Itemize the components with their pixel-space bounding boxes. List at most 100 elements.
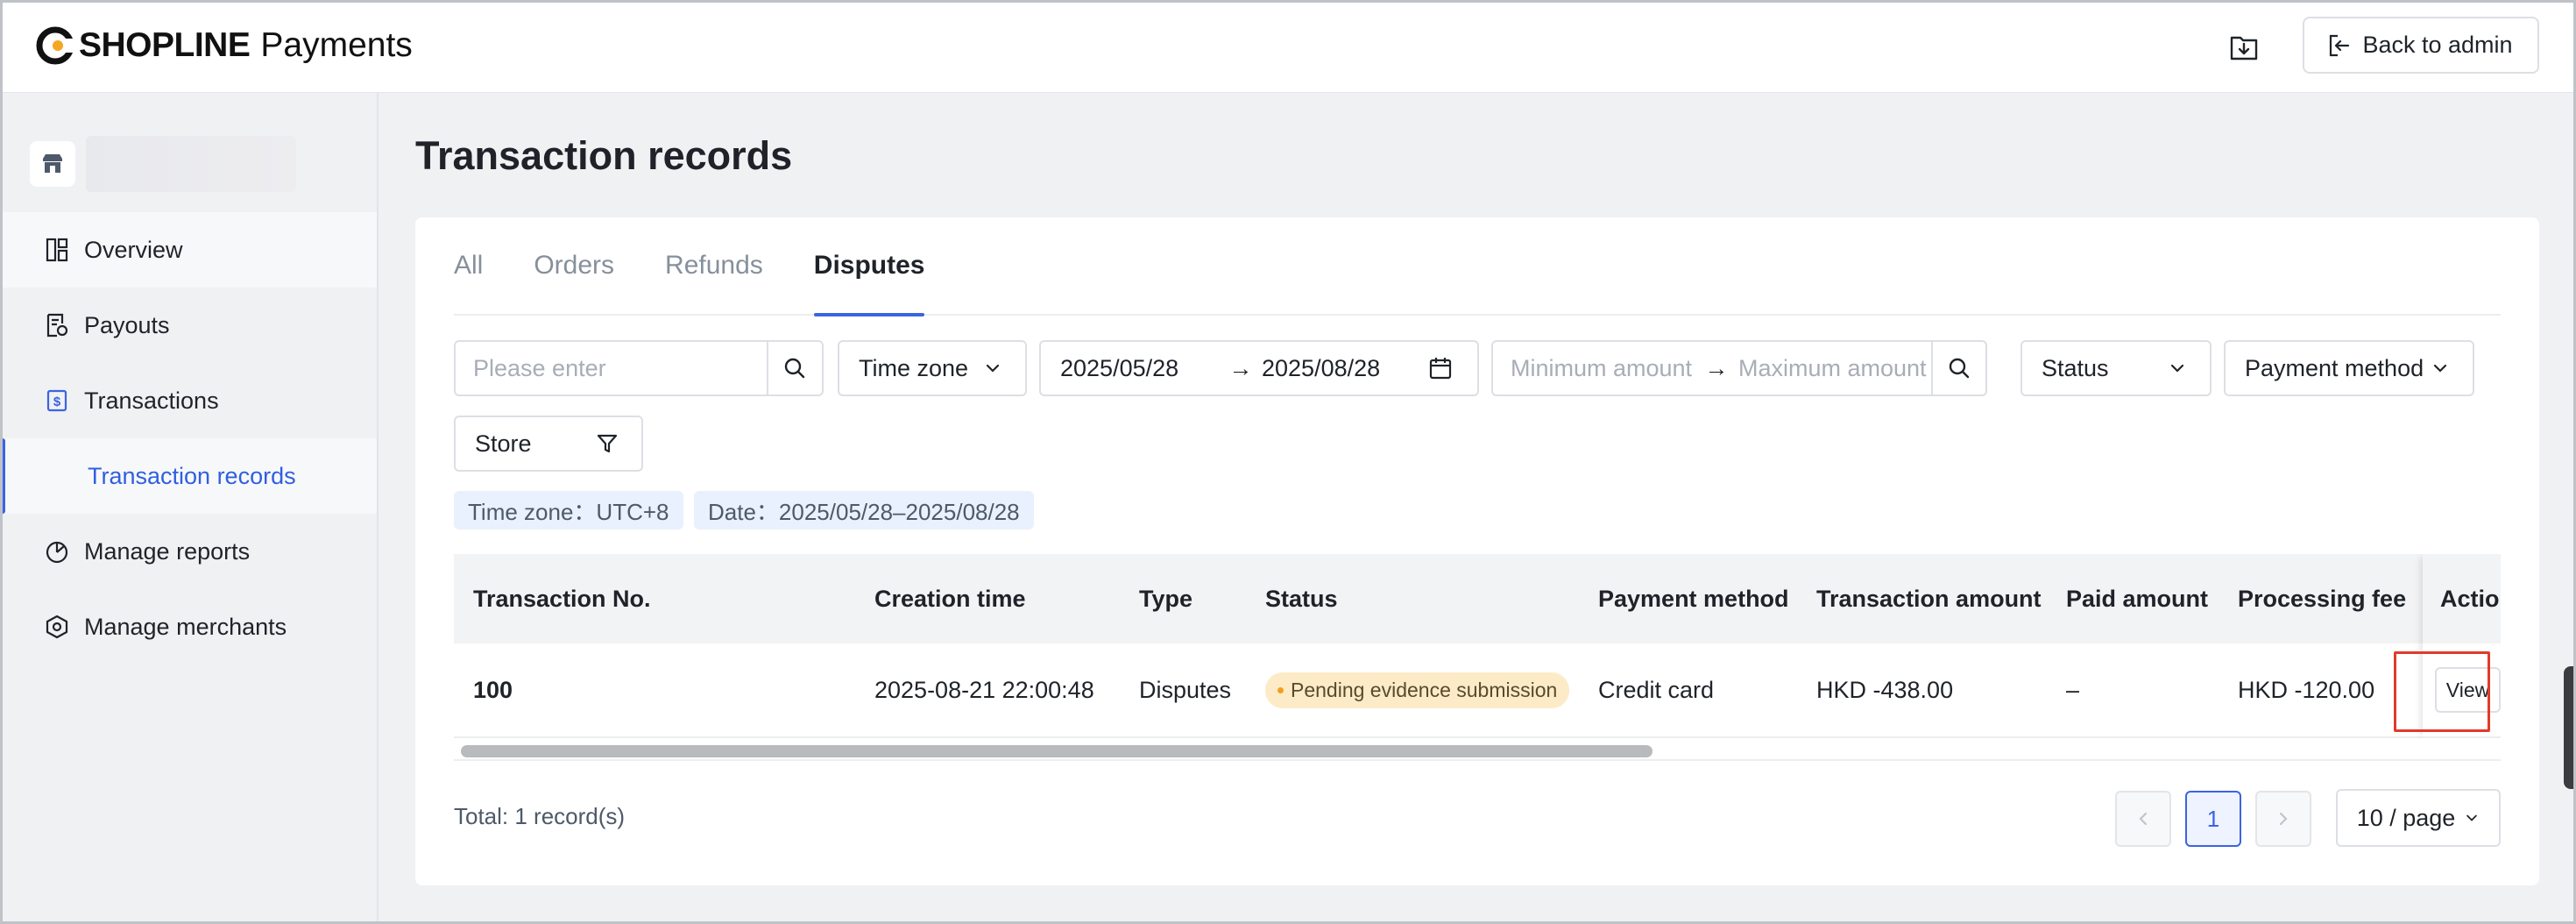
sidebar-item-manage-merchants[interactable]: Manage merchants bbox=[0, 589, 377, 665]
time-zone-label: Time zone bbox=[859, 354, 969, 381]
sidebar-item-manage-reports[interactable]: Manage reports bbox=[0, 514, 377, 589]
scrollbar-thumb[interactable] bbox=[461, 745, 1652, 757]
edge-tab bbox=[2564, 666, 2576, 789]
product-name: Payments bbox=[260, 26, 413, 64]
min-amount-input[interactable]: Minimum amount bbox=[1493, 355, 1703, 382]
time-zone-select[interactable]: Time zone bbox=[838, 340, 1027, 396]
column-header: Transaction amount bbox=[1816, 585, 2042, 612]
logo-icon bbox=[36, 26, 74, 65]
page-1-button[interactable]: 1 bbox=[2185, 791, 2241, 847]
horizontal-scrollbar[interactable] bbox=[454, 738, 2501, 761]
pie-chart-icon bbox=[42, 537, 72, 566]
chevron-down-icon bbox=[2433, 364, 2447, 373]
view-button-highlight bbox=[2394, 651, 2490, 732]
amount-range: Minimum amount → Maximum amount bbox=[1491, 340, 1987, 396]
sidebar-item-label: Overview bbox=[84, 236, 183, 263]
chevron-down-icon bbox=[986, 364, 1000, 373]
search-input[interactable]: Please enter bbox=[456, 355, 767, 382]
amount-search-icon[interactable] bbox=[1931, 342, 1985, 394]
column-header: Processing fee bbox=[2238, 585, 2407, 612]
brand-name: SHOPLINE bbox=[79, 26, 251, 64]
amount-arrow: → bbox=[1704, 354, 1729, 381]
chevron-down-icon bbox=[2170, 364, 2184, 373]
filter-icon bbox=[597, 434, 618, 453]
prev-page-button[interactable] bbox=[2115, 791, 2171, 847]
store-switcher[interactable] bbox=[30, 136, 296, 192]
total-records: Total: 1 record(s) bbox=[454, 803, 626, 829]
date-arrow: → bbox=[1228, 354, 1253, 381]
sidebar-item-transactions[interactable]: $ Transactions bbox=[0, 363, 377, 438]
chevron-right-icon bbox=[2279, 812, 2288, 826]
applied-tag-time-zone: Time zone：UTC+8 bbox=[454, 491, 683, 530]
store-filter[interactable]: Store bbox=[454, 416, 643, 472]
paid-amount: – bbox=[2066, 676, 2080, 703]
applied-tag-date: Date：2025/05/28–2025/08/28 bbox=[694, 491, 1034, 530]
tab-refunds[interactable]: Refunds bbox=[665, 217, 763, 315]
calendar-icon bbox=[1429, 358, 1452, 380]
payment-method: Credit card bbox=[1598, 676, 1715, 703]
sidebar-item-label: Payouts bbox=[84, 311, 170, 338]
date-range-picker[interactable]: 2025/05/28 → 2025/08/28 bbox=[1039, 340, 1479, 396]
page-size-label: 10 / page bbox=[2356, 804, 2456, 831]
transaction-type: Disputes bbox=[1139, 676, 1232, 703]
chevron-down-icon bbox=[2466, 814, 2478, 821]
transactions-table: Transaction No. Creation time Type Statu… bbox=[454, 554, 2501, 761]
column-header: Action bbox=[2440, 585, 2501, 612]
tab-all[interactable]: All bbox=[454, 217, 483, 315]
page-size-select[interactable]: 10 / page bbox=[2336, 789, 2501, 847]
table-row: 100 2025-08-21 22:00:48 Disputes Pending… bbox=[454, 643, 2501, 738]
column-header: Payment method bbox=[1598, 585, 1789, 612]
status-select[interactable]: Status bbox=[2020, 340, 2212, 396]
search-box: Please enter bbox=[454, 340, 824, 396]
status-text: Pending evidence submission bbox=[1291, 678, 1558, 701]
svg-text:$: $ bbox=[53, 394, 61, 409]
back-to-admin-label: Back to admin bbox=[2362, 32, 2513, 58]
sidebar-item-label: Manage reports bbox=[84, 537, 251, 565]
column-header: Status bbox=[1265, 585, 1338, 612]
dashboard-icon bbox=[42, 235, 72, 265]
store-icon bbox=[30, 141, 75, 187]
sidebar-item-payouts[interactable]: Payouts bbox=[0, 288, 377, 363]
status-select-label: Status bbox=[2042, 354, 2109, 381]
table-header: Transaction No. Creation time Type Statu… bbox=[454, 554, 2501, 643]
column-header: Type bbox=[1139, 585, 1193, 612]
sidebar: Overview Payouts $ Transactions Transact… bbox=[0, 93, 379, 924]
exit-icon bbox=[2330, 34, 2350, 56]
download-icon[interactable] bbox=[2224, 26, 2264, 67]
back-to-admin-button[interactable]: Back to admin bbox=[2303, 17, 2539, 74]
tab-bar: All Orders Refunds Disputes bbox=[454, 217, 2501, 316]
sidebar-item-overview[interactable]: Overview bbox=[0, 212, 377, 288]
date-start: 2025/05/28 bbox=[1060, 354, 1179, 381]
store-name-redacted bbox=[86, 136, 296, 192]
column-header: Transaction No. bbox=[473, 585, 651, 612]
tab-orders[interactable]: Orders bbox=[534, 217, 614, 315]
max-amount-input[interactable]: Maximum amount bbox=[1730, 355, 1931, 382]
creation-time: 2025-08-21 22:00:48 bbox=[874, 676, 1094, 703]
chevron-left-icon bbox=[2139, 812, 2148, 826]
store-filter-label: Store bbox=[475, 430, 532, 457]
logo: SHOPLINE Payments bbox=[35, 23, 413, 68]
sidebar-item-label: Manage merchants bbox=[84, 613, 287, 640]
search-icon[interactable] bbox=[766, 342, 822, 394]
sidebar-item-transaction-records[interactable]: Transaction records bbox=[0, 438, 377, 514]
tab-disputes[interactable]: Disputes bbox=[813, 217, 924, 316]
status-cell: Pending evidence submission bbox=[1265, 643, 1570, 736]
top-bar: SHOPLINE Payments Back to admin bbox=[0, 0, 2576, 93]
main-card: All Orders Refunds Disputes Please enter… bbox=[415, 217, 2539, 885]
status-badge: Pending evidence submission bbox=[1265, 672, 1570, 708]
next-page-button[interactable] bbox=[2255, 791, 2311, 847]
sidebar-menu: Overview Payouts $ Transactions Transact… bbox=[0, 212, 377, 665]
date-end: 2025/08/28 bbox=[1262, 354, 1381, 381]
payment-method-select[interactable]: Payment method bbox=[2224, 340, 2474, 396]
hexagon-icon bbox=[42, 612, 72, 642]
payment-method-select-label: Payment method bbox=[2245, 354, 2424, 381]
transaction-amount: HKD -438.00 bbox=[1816, 676, 1954, 703]
payout-icon bbox=[42, 310, 72, 340]
column-header: Paid amount bbox=[2066, 585, 2209, 612]
sidebar-item-label: Transaction records bbox=[88, 462, 296, 489]
column-header: Creation time bbox=[874, 585, 1026, 612]
sidebar-item-label: Transactions bbox=[84, 387, 219, 414]
transaction-no: 100 bbox=[473, 676, 513, 703]
page-title: Transaction records bbox=[415, 133, 793, 178]
dollar-icon: $ bbox=[42, 386, 72, 416]
